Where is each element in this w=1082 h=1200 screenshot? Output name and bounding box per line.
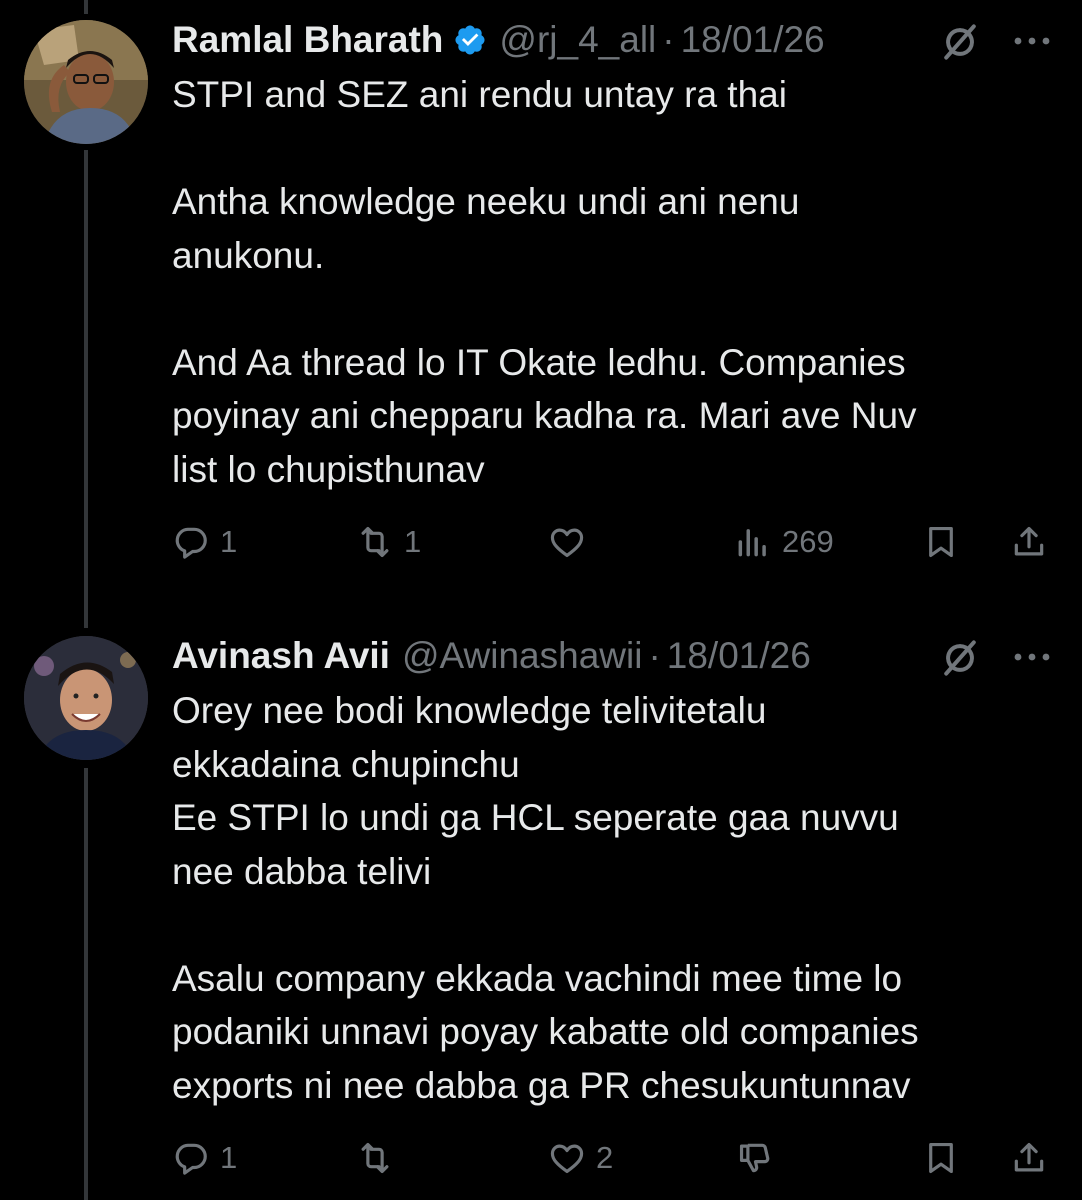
- reply-button[interactable]: 1: [172, 1128, 237, 1188]
- tweet-date[interactable]: 18/01/26: [681, 19, 825, 61]
- author-name[interactable]: Ramlal Bharath: [172, 19, 443, 61]
- text-line: ekkadaina chupinchu: [172, 743, 520, 785]
- share-button[interactable]: [1010, 512, 1048, 572]
- downvote-icon: [739, 1143, 770, 1173]
- text-line: Orey nee bodi knowledge telivitetalu: [172, 690, 767, 731]
- repost-button[interactable]: 1: [356, 512, 421, 572]
- bookmark-button[interactable]: [922, 1128, 960, 1188]
- text-line: list lo chupisthunav: [172, 448, 485, 490]
- reply-icon: [175, 527, 207, 559]
- tweet-2[interactable]: Avinash Avii @Awinashawii · 18/01/26 Ore…: [0, 626, 1082, 1200]
- reply-count: 1: [220, 1140, 238, 1175]
- tweet-date[interactable]: 18/01/26: [667, 635, 811, 677]
- views-count: 269: [782, 524, 834, 559]
- text-line: podaniki unnavi poyay kabatte old compan…: [172, 1011, 919, 1052]
- repost-icon: [361, 1142, 389, 1174]
- reply-button[interactable]: 1: [172, 512, 237, 572]
- tweet-1[interactable]: Ramlal Bharath @rj_4_all · 18/01/26 STPI…: [0, 10, 1082, 600]
- reply-icon: [175, 1143, 207, 1175]
- like-icon: [550, 528, 584, 558]
- text-line: And Aa thread lo IT Okate ledhu. Compani…: [172, 341, 906, 383]
- dot-separator: ·: [648, 635, 661, 676]
- dot-separator: ·: [662, 19, 675, 60]
- avatar-photo-avinash: [24, 636, 148, 760]
- avatar[interactable]: [24, 20, 148, 144]
- like-button[interactable]: [548, 512, 596, 572]
- grok-icon[interactable]: [938, 20, 982, 64]
- verified-badge-icon[interactable]: [453, 23, 487, 57]
- share-icon: [1014, 1142, 1044, 1172]
- avatar-photo-ramlal: [24, 20, 148, 144]
- repost-button[interactable]: [356, 1128, 404, 1188]
- tweet-actions: 1 1 269: [0, 512, 1082, 572]
- text-line: poyinay ani chepparu kadha ra. Mari ave …: [172, 395, 917, 436]
- author-handle[interactable]: @Awinashawii: [402, 635, 642, 677]
- tweet-header: Ramlal Bharath @rj_4_all · 18/01/26: [172, 10, 825, 70]
- downvote-button[interactable]: [736, 1128, 774, 1188]
- text-line: exports ni nee dabba ga PR chesukuntunna…: [172, 1064, 911, 1106]
- repost-count: 1: [404, 524, 422, 559]
- bookmark-icon: [929, 1142, 953, 1174]
- text-line: Asalu company ekkada vachindi mee time l…: [172, 957, 903, 999]
- bookmark-button[interactable]: [922, 512, 960, 572]
- text-line: nee dabba telivi: [172, 850, 432, 892]
- text-line: anukonu.: [172, 234, 325, 276]
- like-button[interactable]: 2: [548, 1128, 613, 1188]
- bookmark-icon: [929, 526, 953, 558]
- like-icon: [550, 1144, 584, 1174]
- avatar[interactable]: [24, 636, 148, 760]
- share-icon: [1014, 526, 1044, 556]
- tweet-text: Orey nee bodi knowledge telivitetalu ekk…: [172, 684, 1052, 1112]
- reply-count: 1: [220, 524, 238, 559]
- text-line: STPI and SEZ ani rendu untay ra thai: [172, 74, 787, 115]
- more-icon[interactable]: [1010, 642, 1054, 672]
- repost-icon: [361, 526, 389, 558]
- author-name[interactable]: Avinash Avii: [172, 635, 390, 677]
- tweet-header: Avinash Avii @Awinashawii · 18/01/26: [172, 626, 811, 686]
- views-icon: [738, 529, 766, 557]
- more-icon[interactable]: [1010, 26, 1054, 56]
- text-line: Ee STPI lo undi ga HCL seperate gaa nuvv…: [172, 797, 899, 838]
- share-button[interactable]: [1010, 1128, 1048, 1188]
- text-line: Antha knowledge neeku undi ani nenu: [172, 181, 800, 222]
- views-button[interactable]: 269: [734, 512, 834, 572]
- like-count: 2: [596, 1140, 614, 1175]
- tweet-actions: 1 2: [0, 1128, 1082, 1188]
- grok-icon[interactable]: [938, 636, 982, 680]
- tweet-text: STPI and SEZ ani rendu untay ra thai Ant…: [172, 68, 1052, 496]
- author-handle[interactable]: @rj_4_all: [499, 19, 656, 61]
